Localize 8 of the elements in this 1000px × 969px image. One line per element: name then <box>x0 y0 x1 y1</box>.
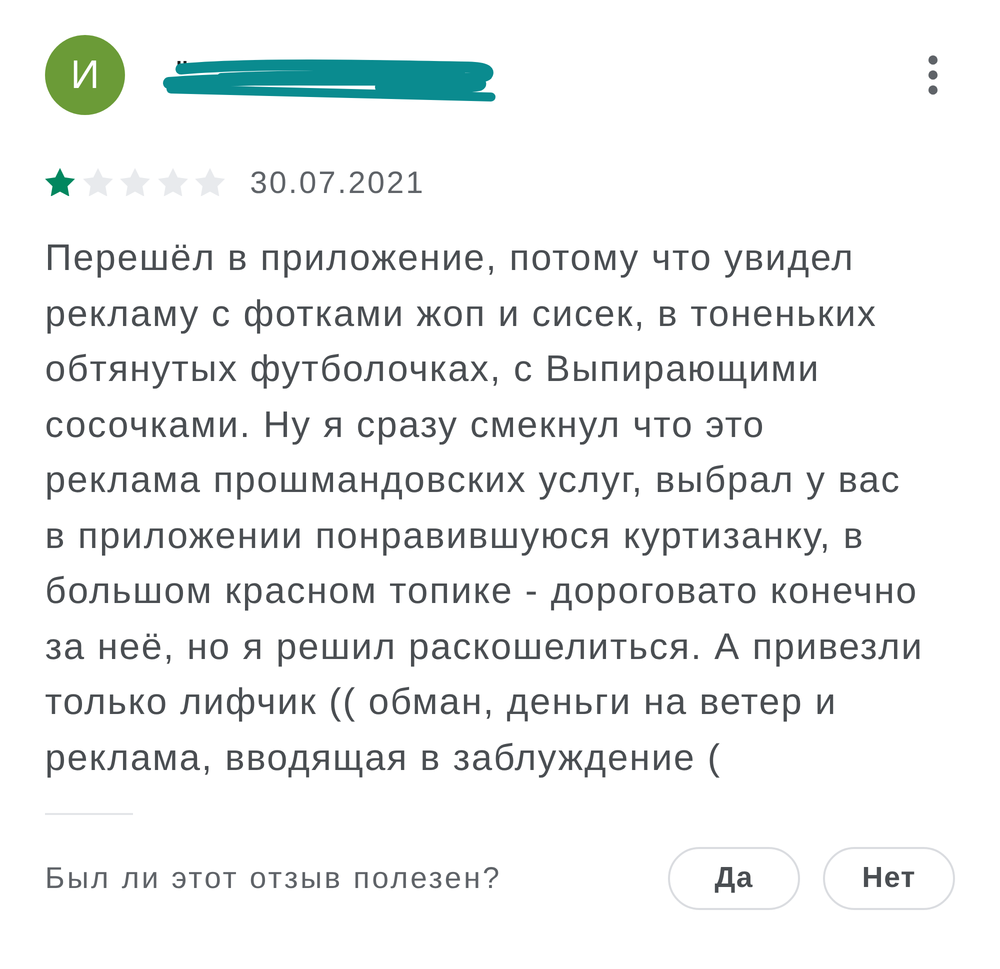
more-options-icon[interactable] <box>928 55 938 95</box>
review-date: 30.07.2021 <box>250 166 426 198</box>
vote-button[interactable]: Нет <box>823 847 955 910</box>
star-icon <box>45 168 75 196</box>
review-text: Перешёл в приложение, потому что увидел рекламу с фотками жоп и сисек, в тоненьких обтянутых футболочках, с Выпирающими сосочками. Ну я сразу смекнул что это реклама прошмандовских услуг, выбрал у вас в приложении понравившуюся куртизанку, в большом красном топике - дороговато конечно за неё, но я решил раскошелиться. А привезли только лифчик (( обман, деньги на ветер и реклама, вводящая в заблуждение ( <box>45 236 924 780</box>
helpful-question: Был ли этот отзыв полезен? <box>45 862 502 896</box>
vote-button[interactable]: Да <box>668 847 800 910</box>
avatar: И <box>45 35 125 115</box>
